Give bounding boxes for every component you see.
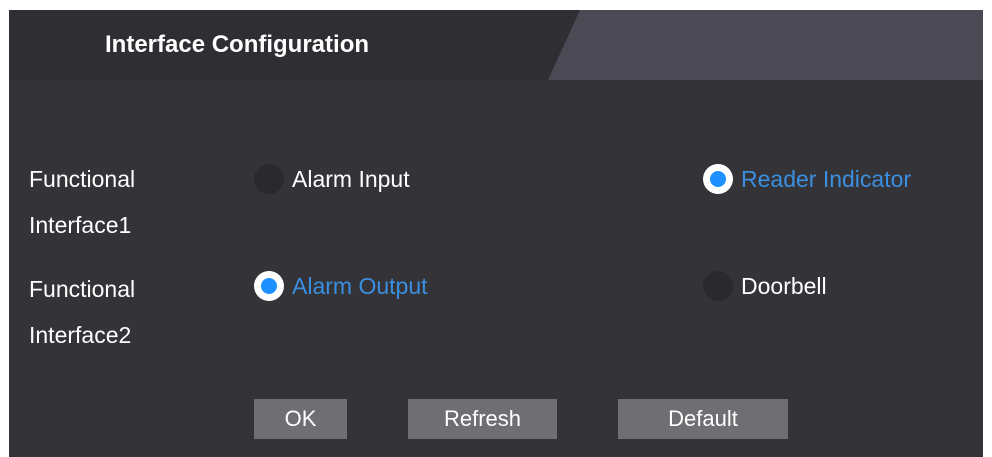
default-button[interactable]: Default — [618, 399, 788, 439]
radio-alarm-output-label: Alarm Output — [292, 272, 428, 299]
radio-selected-icon[interactable] — [254, 271, 284, 301]
radio-circle-icon[interactable] — [703, 271, 733, 301]
radio-reader-indicator-label: Reader Indicator — [741, 165, 912, 192]
functional-interface2-label-line2: Interface2 — [29, 322, 132, 348]
ok-button[interactable]: OK — [254, 399, 347, 439]
radio-doorbell[interactable]: Doorbell — [703, 271, 827, 301]
functional-interface2-label-line1: Functional — [29, 276, 136, 302]
panel-header: Interface Configuration — [9, 10, 983, 80]
radio-reader-indicator[interactable]: Reader Indicator — [703, 164, 911, 194]
header-decoration — [548, 10, 983, 80]
radio-doorbell-label: Doorbell — [741, 272, 827, 299]
interface-configuration-panel: Interface Configuration Functional Inter… — [9, 10, 983, 457]
radio-circle-icon[interactable] — [254, 164, 284, 194]
radio-selected-icon[interactable] — [703, 164, 733, 194]
functional-interface1-label-line1: Functional — [29, 166, 136, 192]
radio-alarm-output[interactable]: Alarm Output — [254, 271, 428, 301]
radio-alarm-input-label: Alarm Input — [292, 165, 410, 192]
refresh-button[interactable]: Refresh — [408, 399, 557, 439]
radio-alarm-input[interactable]: Alarm Input — [254, 164, 410, 194]
page-title: Interface Configuration — [105, 31, 370, 58]
functional-interface1-label-line2: Interface1 — [29, 212, 132, 238]
